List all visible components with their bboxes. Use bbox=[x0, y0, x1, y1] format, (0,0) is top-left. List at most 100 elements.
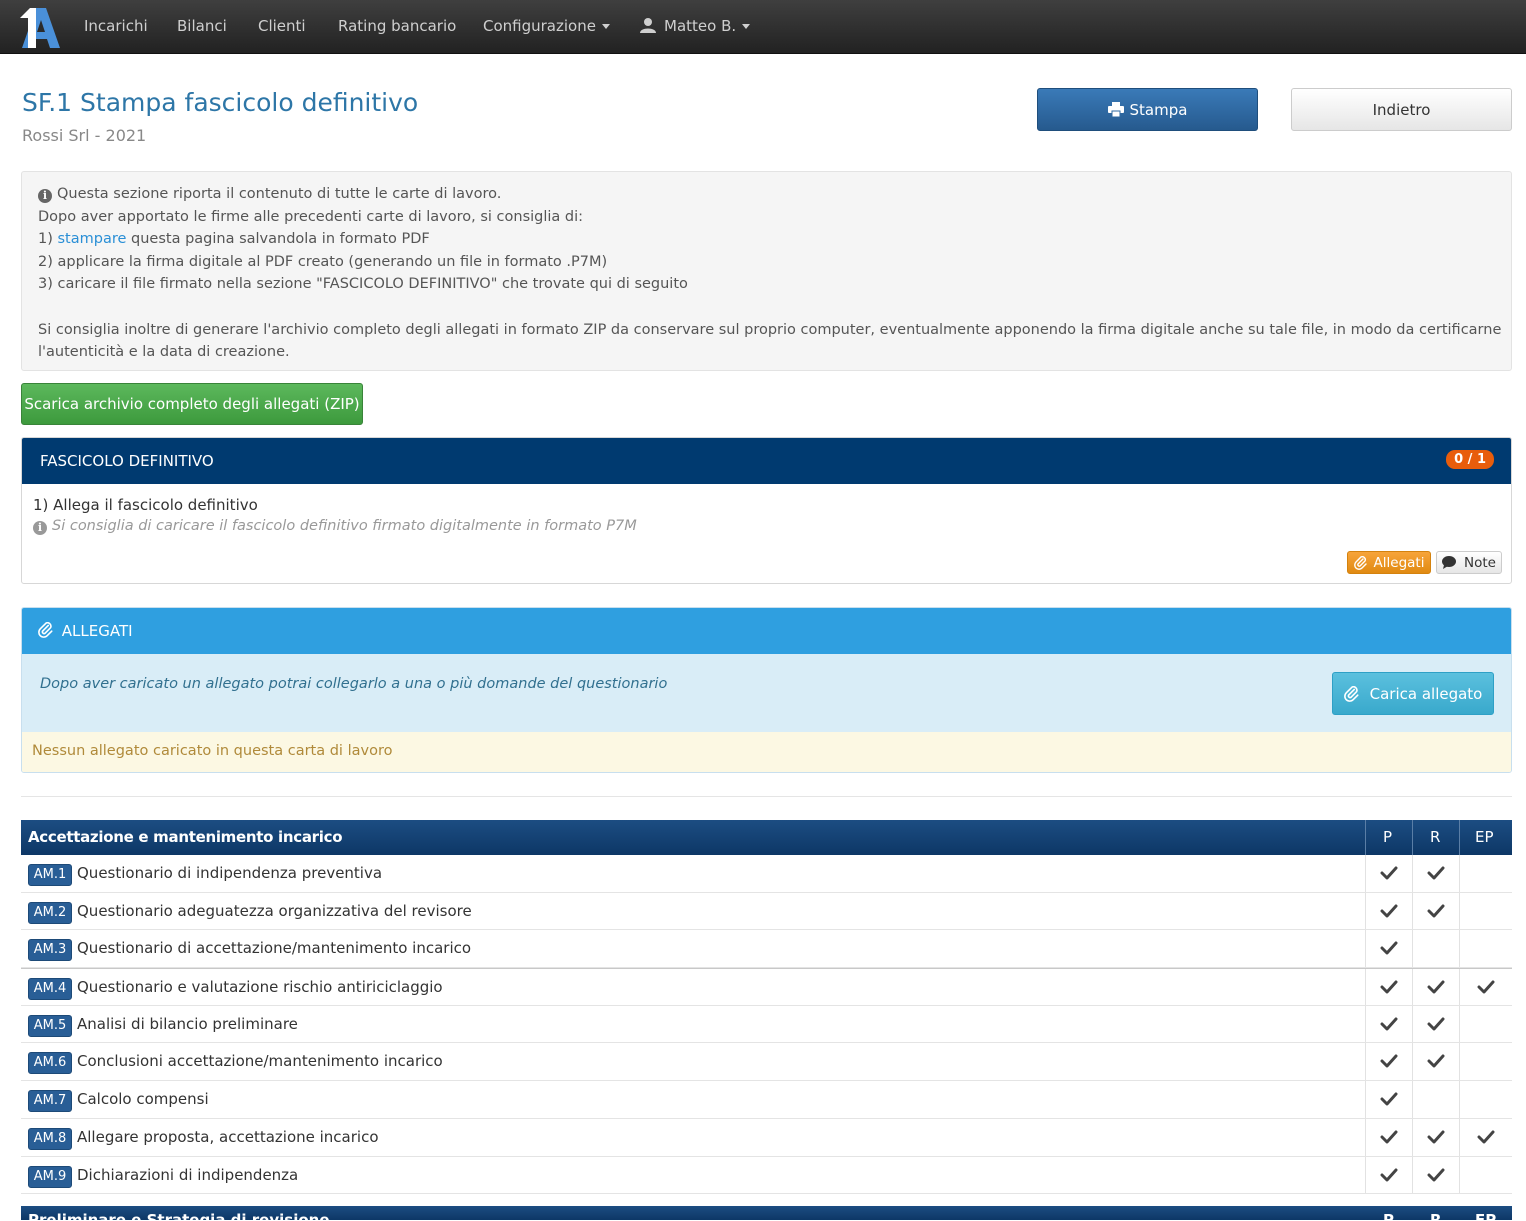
stampa-label: Stampa bbox=[1129, 100, 1188, 119]
column-divider bbox=[1365, 969, 1366, 1005]
column-divider bbox=[1459, 1043, 1460, 1081]
card-label[interactable]: Calcolo compensi bbox=[77, 1090, 209, 1108]
next-section-title: Preliminare e Strategia di revisione bbox=[28, 1211, 330, 1221]
card-code-badge[interactable]: AM.1 bbox=[28, 864, 72, 886]
table-row[interactable]: AM.3 Questionario di accettazione/manteni… bbox=[21, 930, 1512, 969]
column-divider bbox=[1412, 892, 1413, 930]
column-divider bbox=[1365, 1156, 1366, 1194]
stampa-button[interactable]: Stampa bbox=[1037, 88, 1258, 131]
column-divider bbox=[1412, 1043, 1413, 1081]
check-icon bbox=[1477, 1128, 1495, 1146]
column-header-r: R bbox=[1430, 1211, 1442, 1221]
app-logo-icon[interactable] bbox=[18, 4, 62, 50]
nav-configurazione-label: Configurazione bbox=[483, 17, 596, 35]
top-navbar: Incarichi Bilanci Clienti Rating bancari… bbox=[0, 0, 1526, 54]
table-row[interactable]: AM.6 Conclusioni accettazione/manteniment… bbox=[21, 1043, 1512, 1082]
section-title: Accettazione e mantenimento incarico bbox=[28, 828, 343, 846]
carica-allegato-label: Carica allegato bbox=[1369, 684, 1483, 703]
column-divider bbox=[1412, 969, 1413, 1005]
check-icon bbox=[1427, 1128, 1445, 1146]
table-row[interactable]: AM.9 Dichiarazioni di indipendenza bbox=[21, 1156, 1512, 1195]
note-button[interactable]: Note bbox=[1436, 551, 1502, 574]
column-divider bbox=[1412, 855, 1413, 892]
card-label[interactable]: Questionario di accettazione/manteniment… bbox=[77, 939, 471, 957]
card-code-badge[interactable]: AM.6 bbox=[28, 1052, 72, 1075]
column-divider bbox=[1365, 1081, 1366, 1118]
card-code-badge[interactable]: AM.8 bbox=[28, 1127, 72, 1150]
check-icon bbox=[1427, 1166, 1445, 1184]
allegati-info-box: Dopo aver caricato un allegato potrai co… bbox=[22, 654, 1511, 732]
card-label[interactable]: Allegare proposta, accettazione incarico bbox=[77, 1128, 379, 1146]
card-label[interactable]: Questionario e valutazione rischio antir… bbox=[77, 978, 443, 996]
column-divider bbox=[1459, 1118, 1460, 1156]
card-label[interactable]: Analisi di bilancio preliminare bbox=[77, 1015, 298, 1033]
table-row[interactable]: AM.8 Allegare proposta, accettazione inca… bbox=[21, 1118, 1512, 1157]
table-header: Accettazione e mantenimento incarico P R… bbox=[21, 820, 1512, 855]
column-divider bbox=[1365, 930, 1366, 968]
check-icon bbox=[1380, 864, 1398, 882]
page-title: SF.1 Stampa fascicolo definitivo bbox=[22, 88, 419, 117]
check-icon bbox=[1380, 1015, 1398, 1033]
column-divider bbox=[1365, 1043, 1366, 1081]
card-code-badge[interactable]: AM.9 bbox=[28, 1165, 72, 1188]
check-icon bbox=[1380, 939, 1398, 957]
nav-incarichi[interactable]: Incarichi bbox=[84, 17, 148, 35]
check-icon bbox=[1427, 864, 1445, 882]
question-text: 1) Allega il fascicolo definitivo bbox=[33, 496, 258, 514]
card-label[interactable]: Conclusioni accettazione/mantenimento in… bbox=[77, 1052, 443, 1070]
column-divider bbox=[1459, 1081, 1460, 1118]
fascicolo-panel-header: FASCICOLO DEFINITIVO 0 / 1 bbox=[22, 438, 1511, 484]
column-divider bbox=[1412, 1156, 1413, 1194]
card-code-badge[interactable]: AM.7 bbox=[28, 1090, 72, 1113]
column-divider bbox=[1459, 855, 1460, 892]
info-line-2: Dopo aver apportato le firme alle preced… bbox=[38, 208, 584, 225]
column-divider bbox=[1459, 969, 1460, 1005]
table-row[interactable]: AM.4 Questionario e valutazione rischio a… bbox=[21, 968, 1512, 1006]
check-icon bbox=[1477, 978, 1495, 996]
info-icon: i bbox=[38, 189, 52, 203]
table-row[interactable]: AM.7 Calcolo compensi bbox=[21, 1081, 1512, 1119]
step-2: 2) applicare la firma digitale al PDF cr… bbox=[38, 253, 608, 270]
info-well: i Questa sezione riporta il contenuto di … bbox=[21, 171, 1512, 371]
nav-rating-bancario[interactable]: Rating bancario bbox=[338, 17, 456, 35]
check-icon bbox=[1427, 1052, 1445, 1070]
step-1-prefix: 1) bbox=[38, 231, 58, 248]
table-row[interactable]: AM.1 Questionario di indipendenza prevent… bbox=[21, 855, 1512, 893]
card-label[interactable]: Questionario adeguatezza organizzativa d… bbox=[77, 902, 472, 920]
check-icon bbox=[1380, 1166, 1398, 1184]
table-body: AM.1 Questionario di indipendenza prevent… bbox=[21, 855, 1512, 1195]
card-code-badge[interactable]: AM.5 bbox=[28, 1014, 72, 1037]
column-header-r: R bbox=[1430, 828, 1441, 846]
nav-configurazione-dropdown[interactable]: Configurazione bbox=[483, 17, 610, 35]
step-3: 3) caricare il file firmato nella sezion… bbox=[38, 276, 688, 293]
download-zip-button[interactable]: Scarica archivio completo degli allegati… bbox=[21, 383, 363, 425]
card-code-badge[interactable]: AM.4 bbox=[28, 978, 72, 1001]
indietro-button[interactable]: Indietro bbox=[1291, 88, 1512, 131]
table-row[interactable]: AM.5 Analisi di bilancio preliminare bbox=[21, 1005, 1512, 1044]
allegati-panel: ALLEGATI Dopo aver caricato un allegato … bbox=[21, 607, 1512, 773]
nav-bilanci[interactable]: Bilanci bbox=[177, 17, 227, 35]
paperclip-icon bbox=[1343, 685, 1359, 702]
column-divider bbox=[1459, 930, 1460, 968]
fascicolo-definitivo-panel: FASCICOLO DEFINITIVO 0 / 1 1) Allega il … bbox=[21, 437, 1512, 584]
card-label[interactable]: Questionario di indipendenza preventiva bbox=[77, 864, 382, 882]
user-icon bbox=[640, 18, 656, 33]
nav-clienti[interactable]: Clienti bbox=[258, 17, 306, 35]
nav-user-dropdown[interactable]: Matteo B. bbox=[640, 17, 751, 35]
check-icon bbox=[1380, 902, 1398, 920]
card-code-badge[interactable]: AM.2 bbox=[28, 901, 72, 924]
paperclip-icon bbox=[38, 622, 53, 638]
card-code-badge[interactable]: AM.3 bbox=[28, 939, 72, 962]
column-header-p: P bbox=[1383, 1211, 1394, 1221]
allegati-button[interactable]: Allegati bbox=[1347, 551, 1431, 574]
carica-allegato-button[interactable]: Carica allegato bbox=[1332, 672, 1494, 715]
card-label[interactable]: Dichiarazioni di indipendenza bbox=[77, 1166, 298, 1184]
stampare-link[interactable]: stampare bbox=[58, 231, 127, 247]
check-icon bbox=[1427, 978, 1445, 996]
table-row[interactable]: AM.2 Questionario adeguatezza organizzati… bbox=[21, 892, 1512, 931]
column-divider bbox=[1412, 820, 1413, 855]
check-icon bbox=[1380, 978, 1398, 996]
check-icon bbox=[1427, 1015, 1445, 1033]
info-line-1: Questa sezione riporta il contenuto di t… bbox=[57, 186, 502, 202]
column-divider bbox=[1365, 1118, 1366, 1156]
